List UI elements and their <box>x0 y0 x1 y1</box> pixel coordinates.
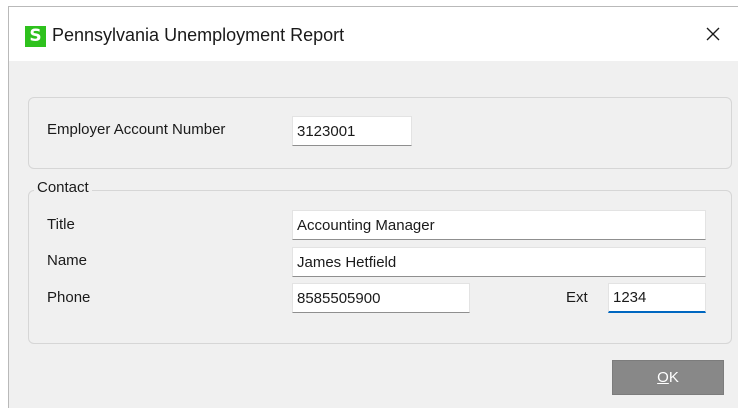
contact-title-label: Title <box>47 216 75 233</box>
contact-ext-input[interactable] <box>608 283 706 313</box>
ok-button[interactable]: OK <box>612 360 724 395</box>
pennsylvania-unemployment-report-dialog: S Pennsylvania Unemployment Report Emplo… <box>8 6 738 408</box>
close-button[interactable] <box>697 19 729 49</box>
window-title: Pennsylvania Unemployment Report <box>52 25 345 45</box>
ok-label-rest: K <box>668 369 679 386</box>
contact-name-input[interactable] <box>292 247 706 277</box>
employer-account-number-label: Employer Account Number <box>47 121 226 138</box>
contact-phone-label: Phone <box>47 289 91 306</box>
contact-phone-input[interactable] <box>292 283 470 313</box>
contact-group-label: Contact <box>34 179 92 196</box>
sage-app-icon: S <box>25 26 46 47</box>
contact-title-input[interactable] <box>292 210 706 240</box>
contact-name-label: Name <box>47 252 88 269</box>
contact-ext-label: Ext <box>566 289 588 306</box>
title-bar: S Pennsylvania Unemployment Report <box>9 7 738 61</box>
close-icon <box>706 27 720 41</box>
ok-mnemonic: O <box>657 369 669 386</box>
employer-account-number-input[interactable] <box>292 116 412 146</box>
